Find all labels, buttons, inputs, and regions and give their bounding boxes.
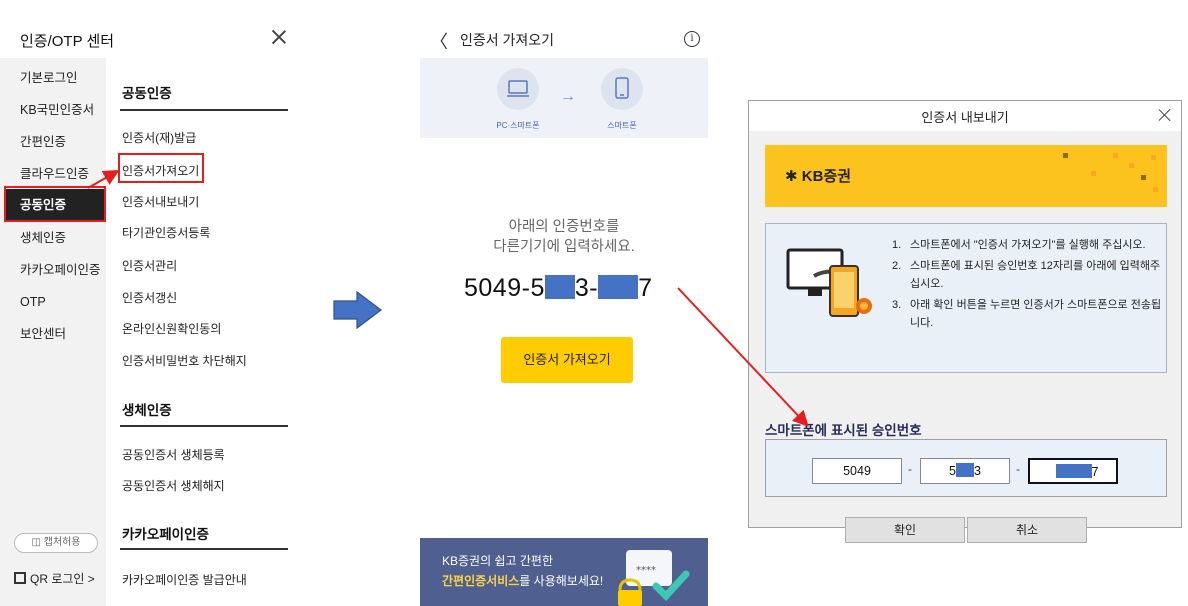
cert-export-dialog: 인증서 내보내기 ✱ KB증권 1. 스마트폰에서 "인증서 가져오기"를 실행…: [748, 100, 1182, 543]
instruction-text: 아래의 인증번호를 다른기기에 입력하세요.: [420, 217, 708, 257]
from-device-label: PC·스마트폰: [496, 121, 540, 130]
decor-dot: [1141, 175, 1146, 180]
right-arrow-icon: [333, 290, 382, 330]
import-item-highlight-box: [118, 153, 204, 183]
dialog-body: ✱ KB증권 1. 스마트폰에서 "인증서 가져오기"를 실행해 주십시오. 2.: [749, 131, 1181, 543]
lock-check-icon: ****: [618, 550, 690, 606]
qr-code-icon: [14, 572, 26, 584]
ad-line-2-rest: 를 사용해보세요!: [519, 574, 604, 588]
smartphone-device-icon: [601, 68, 643, 110]
simple-auth-ad-banner[interactable]: KB증권의 쉽고 간편한 간편인증서비스를 사용해보세요! ****: [420, 538, 708, 606]
ad-line-1: KB증권의 쉽고 간편한: [442, 554, 553, 568]
kb-banner: ✱ KB증권: [765, 145, 1167, 207]
qr-login-button[interactable]: QR 로그인 >: [14, 570, 95, 587]
phone-import-screen: 〈 인증서 가져오기 i PC·스마트폰 → 스마트폰 아래의 인증번호를 다른…: [420, 24, 708, 606]
code-mask: [956, 463, 974, 477]
menu-item-kakaopay-guide[interactable]: 카카오페이인증 발급안내: [122, 571, 247, 588]
pc-to-phone-icon: [786, 248, 872, 317]
capture-allow-label: 캡처허용: [43, 537, 81, 548]
auth-code-display: 5049-5 3- 7: [464, 274, 653, 303]
menu-item-cert-issue[interactable]: 인증서(재)발급: [122, 129, 196, 146]
section-title-joint-cert: 공동인증: [122, 86, 172, 101]
side-item-basic-login[interactable]: 기본로그인: [0, 62, 106, 94]
menu-item-other-cert-register[interactable]: 타기관인증서등록: [122, 224, 210, 241]
cancel-button[interactable]: 취소: [967, 517, 1087, 543]
side-item-security-center[interactable]: 보안센터: [0, 318, 106, 350]
instruction-step: 3. 아래 확인 버튼을 누르면 인증서가 스마트폰으로 전송됩니다.: [892, 298, 1162, 330]
code-field-3[interactable]: 7: [1028, 458, 1118, 484]
decor-dot: [1063, 153, 1068, 158]
menu-header: 인증/OTP 센터: [0, 24, 300, 56]
menu-item-cert-manage[interactable]: 인증서관리: [122, 257, 177, 274]
otp-center-menu: 인증/OTP 센터 기본로그인 KB국민인증서 간편인증 클라우드인증 공동인증…: [0, 0, 300, 606]
instruction-steps: 1. 스마트폰에서 "인증서 가져오기"를 실행해 주십시오. 2. 스마트폰에 표…: [892, 236, 1162, 335]
menu-item-cert-export[interactable]: 인증서내보내기: [122, 193, 199, 210]
menu-item-online-id-consent[interactable]: 온라인신원확인동의: [122, 320, 221, 337]
decor-dot: [1091, 171, 1096, 176]
decor-dot: [1129, 163, 1134, 168]
dialog-titlebar: 인증서 내보내기: [749, 101, 1181, 131]
instruction-box: 1. 스마트폰에서 "인증서 가져오기"를 실행해 주십시오. 2. 스마트폰에 표…: [765, 223, 1167, 373]
close-icon[interactable]: [270, 28, 288, 46]
kb-logo: ✱ KB증권: [785, 165, 851, 186]
pc-device-icon: [497, 68, 539, 110]
code-dash: -: [908, 462, 912, 476]
section-divider: [120, 548, 288, 550]
side-item-otp[interactable]: OTP: [0, 286, 106, 318]
qr-login-label: QR 로그인 >: [30, 572, 95, 586]
side-item-biometric[interactable]: 생체인증: [0, 222, 106, 254]
section-title-biometric: 생체인증: [122, 403, 172, 418]
code-dash: -: [1016, 462, 1020, 476]
code-part-2: 3-: [574, 274, 599, 302]
transfer-banner: PC·스마트폰 → 스마트폰: [420, 58, 708, 138]
capture-allow-button[interactable]: ◫ 캡처허용: [14, 533, 98, 553]
import-cert-button[interactable]: 인증서 가져오기: [501, 337, 633, 383]
decor-dot: [1153, 187, 1158, 192]
transfer-arrow-icon: →: [560, 88, 576, 105]
instruction-line-1: 아래의 인증번호를: [508, 219, 620, 235]
ad-highlight: 간편인증서비스: [442, 574, 520, 588]
section-title-kakaopay: 카카오페이인증: [122, 527, 209, 542]
code-part-1: 5049-5: [464, 274, 545, 302]
menu-item-cert-renew[interactable]: 인증서갱신: [122, 289, 177, 306]
back-icon[interactable]: 〈: [430, 28, 448, 54]
ad-line-2: 간편인증서비스를 사용해보세요!: [442, 572, 603, 589]
close-icon[interactable]: [1157, 107, 1173, 123]
section-divider: [120, 425, 288, 427]
instruction-line-2: 다른기기에 입력하세요.: [493, 239, 635, 255]
code-mask: [598, 275, 639, 299]
code-mask: [1055, 464, 1092, 478]
side-item-kb-cert[interactable]: KB국민인증서: [0, 94, 106, 126]
code-part-3: 7: [638, 274, 653, 302]
menu-item-bio-cancel[interactable]: 공동인증서 생체해지: [122, 477, 225, 494]
camera-icon: ◫: [31, 537, 44, 548]
decor-dot: [1113, 153, 1118, 158]
phone-title: 인증서 가져오기: [460, 32, 555, 48]
code-mask: [544, 275, 575, 299]
side-nav: 기본로그인 KB국민인증서 간편인증 클라우드인증 공동인증 생체인증 카카오페…: [0, 58, 106, 606]
code-field-2[interactable]: 53: [920, 458, 1010, 484]
kb-star-icon: ✱: [785, 168, 802, 185]
active-item-highlight-box: [4, 186, 106, 222]
approval-number-label: 스마트폰에 표시된 승인번호: [765, 423, 922, 438]
to-device-label: 스마트폰: [607, 121, 637, 130]
code-field-1[interactable]: 5049: [812, 458, 902, 484]
info-icon[interactable]: i: [684, 31, 700, 47]
decor-dot: [1151, 155, 1156, 160]
ad-pin-text: ****: [636, 565, 656, 576]
side-item-simple-auth[interactable]: 간편인증: [0, 126, 106, 158]
approval-code-group: 5049 - 53 - 7: [765, 439, 1167, 497]
instruction-step: 1. 스마트폰에서 "인증서 가져오기"를 실행해 주십시오.: [892, 239, 1146, 251]
instruction-step: 2. 스마트폰에 표시된 승인번호 12자리를 아래에 입력해주십시오.: [892, 259, 1161, 291]
menu-title: 인증/OTP 센터: [20, 33, 115, 50]
menu-item-password-unlock[interactable]: 인증서비밀번호 차단해지: [122, 352, 247, 369]
ok-button[interactable]: 확인: [845, 517, 965, 543]
menu-item-bio-register[interactable]: 공동인증서 생체등록: [122, 446, 225, 463]
dialog-title: 인증서 내보내기: [921, 110, 1009, 125]
kb-brand-text: KB증권: [801, 168, 852, 185]
section-divider: [120, 109, 288, 111]
side-item-kakaopay[interactable]: 카카오페이인증: [0, 254, 106, 286]
